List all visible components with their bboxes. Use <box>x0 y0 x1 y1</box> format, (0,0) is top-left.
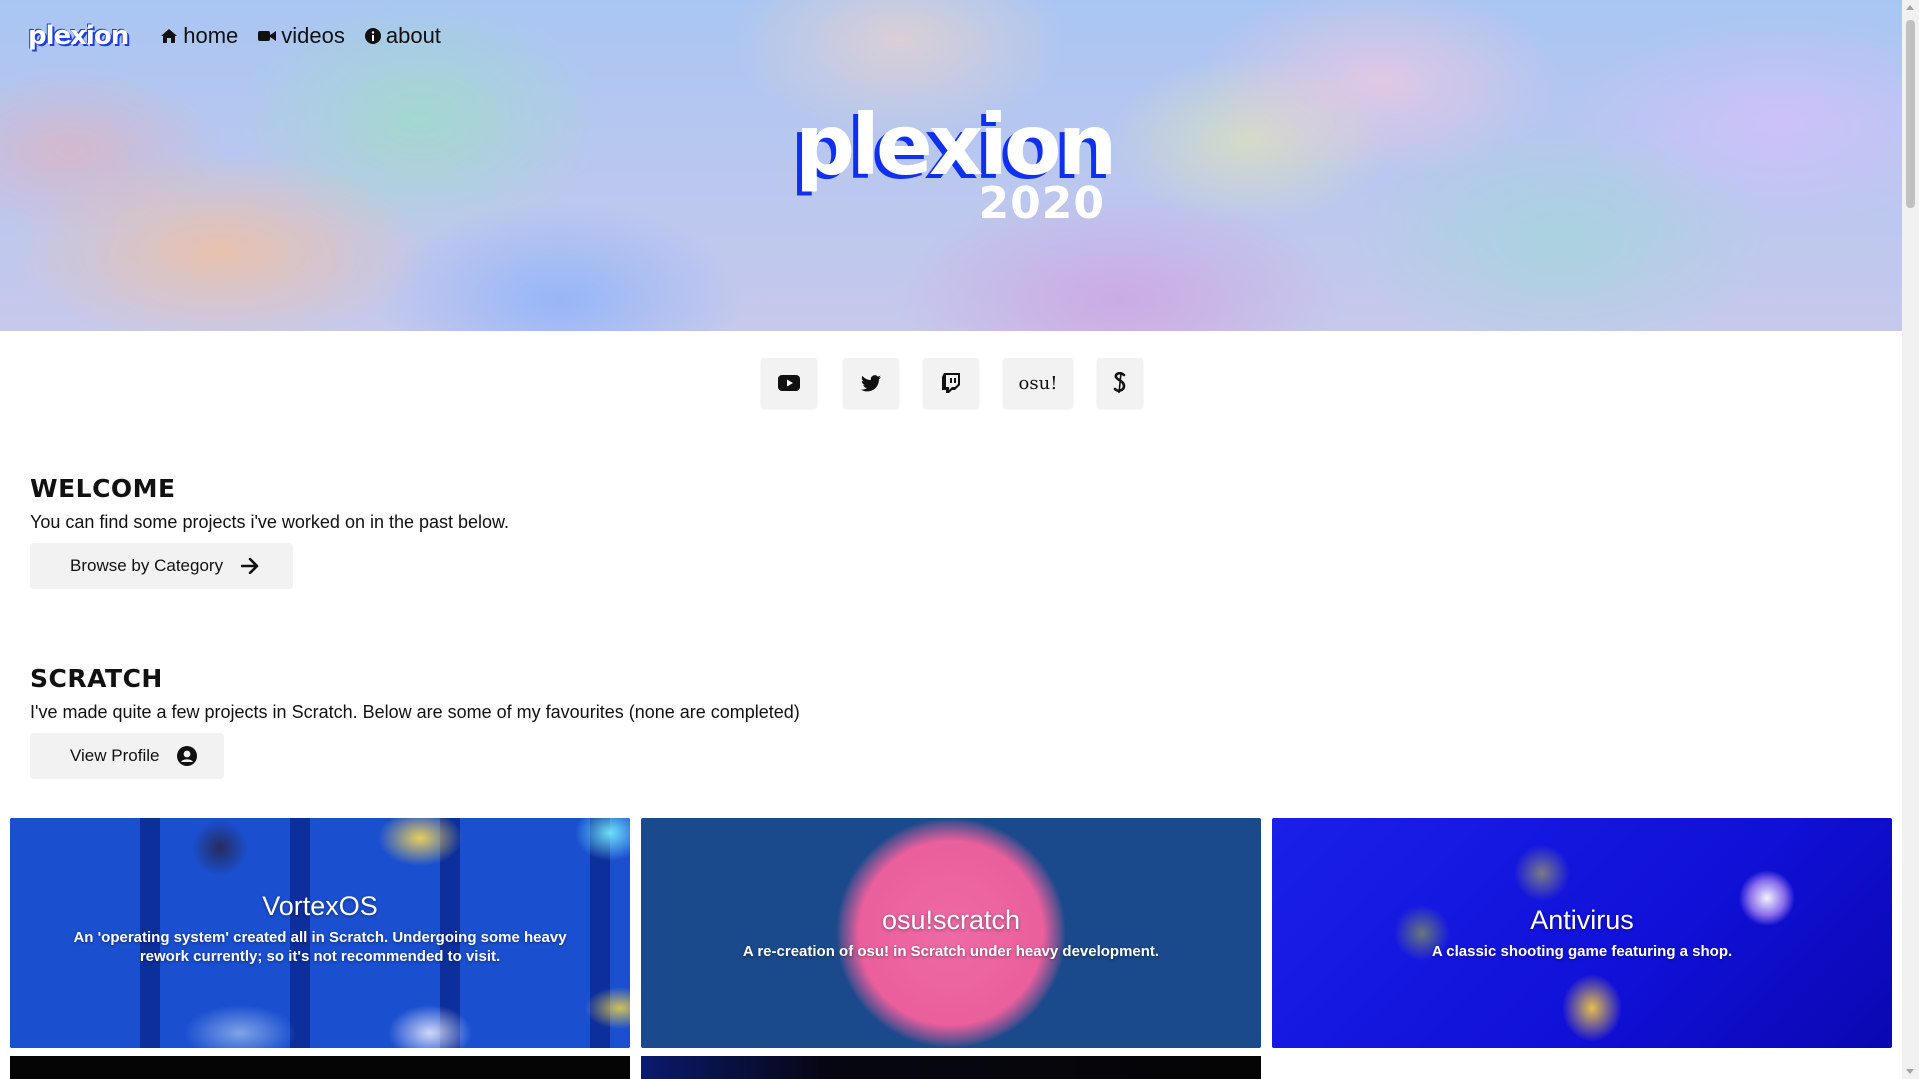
youtube-link[interactable] <box>761 358 817 408</box>
project-card-content: VortexOS An 'operating system' created a… <box>10 891 630 966</box>
twitter-icon <box>861 374 881 391</box>
browse-by-category-label: Browse by Category <box>70 556 224 575</box>
view-profile-button[interactable]: View Profile <box>30 733 224 779</box>
twitter-link[interactable] <box>843 358 899 408</box>
twitch-icon <box>942 373 960 393</box>
vertical-scrollbar[interactable] <box>1902 0 1919 1079</box>
project-title: osu!scratch <box>881 905 1021 935</box>
project-title: Antivirus <box>1530 905 1634 935</box>
view-profile-label: View Profile <box>70 746 160 765</box>
hero-banner: plexion home videos about plexion 2020 <box>0 0 1902 331</box>
youtube-icon <box>778 375 800 391</box>
nav-logo[interactable]: plexion <box>28 21 129 51</box>
scroll-up-arrow-icon[interactable] <box>1906 5 1914 10</box>
welcome-text: You can find some projects i've worked o… <box>30 512 510 532</box>
social-links: osu! <box>0 358 1902 410</box>
project-description: An 'operating system' created all in Scr… <box>73 929 567 965</box>
project-card-vortexos[interactable]: VortexOS An 'operating system' created a… <box>10 818 630 1048</box>
info-circle-icon <box>364 28 381 44</box>
page: plexion home videos about plexion 2020 o… <box>0 0 1902 1079</box>
twitch-link[interactable] <box>923 358 979 408</box>
scratch-link[interactable] <box>1097 358 1143 408</box>
user-circle-icon <box>177 746 198 766</box>
top-nav: plexion home videos about <box>28 18 461 54</box>
scratch-title: SCRATCH <box>30 664 163 693</box>
welcome-title: WELCOME <box>30 474 176 503</box>
project-card-osuscratch[interactable]: osu!scratch A re-creation of osu! in Scr… <box>641 818 1261 1048</box>
osu-link[interactable]: osu! <box>1003 358 1073 408</box>
nav-item-label: videos <box>281 23 345 48</box>
nav-item-about[interactable]: about <box>364 23 441 49</box>
project-card-partial[interactable] <box>10 1056 630 1079</box>
project-description: A re-creation of osu! in Scratch under h… <box>742 943 1160 960</box>
nav-item-videos[interactable]: videos <box>258 23 345 49</box>
home-icon <box>161 29 178 43</box>
scratch-text: I've made quite a few projects in Scratc… <box>30 702 800 722</box>
project-card-partial[interactable] <box>641 1056 1261 1079</box>
browse-by-category-button[interactable]: Browse by Category <box>30 543 293 589</box>
arrow-right-icon <box>241 558 259 574</box>
project-description: A classic shooting game featuring a shop… <box>1431 943 1733 960</box>
scrollbar-thumb[interactable] <box>1906 20 1915 208</box>
scratch-icon <box>1113 372 1126 394</box>
project-card-content: osu!scratch A re-creation of osu! in Scr… <box>641 905 1261 961</box>
nav-item-label: about <box>385 23 441 48</box>
video-camera-icon <box>258 31 277 41</box>
nav-item-home[interactable]: home <box>160 23 238 49</box>
hero-logo-year: 2020 <box>978 178 1105 229</box>
scroll-down-arrow-icon[interactable] <box>1906 1069 1914 1074</box>
project-card-content: Antivirus A classic shooting game featur… <box>1272 905 1892 961</box>
osu-text: osu! <box>1018 372 1058 394</box>
project-title: VortexOS <box>262 891 378 921</box>
hero-logo: plexion 2020 <box>795 96 1117 236</box>
nav-item-label: home <box>183 23 239 48</box>
project-card-antivirus[interactable]: Antivirus A classic shooting game featur… <box>1272 818 1892 1048</box>
